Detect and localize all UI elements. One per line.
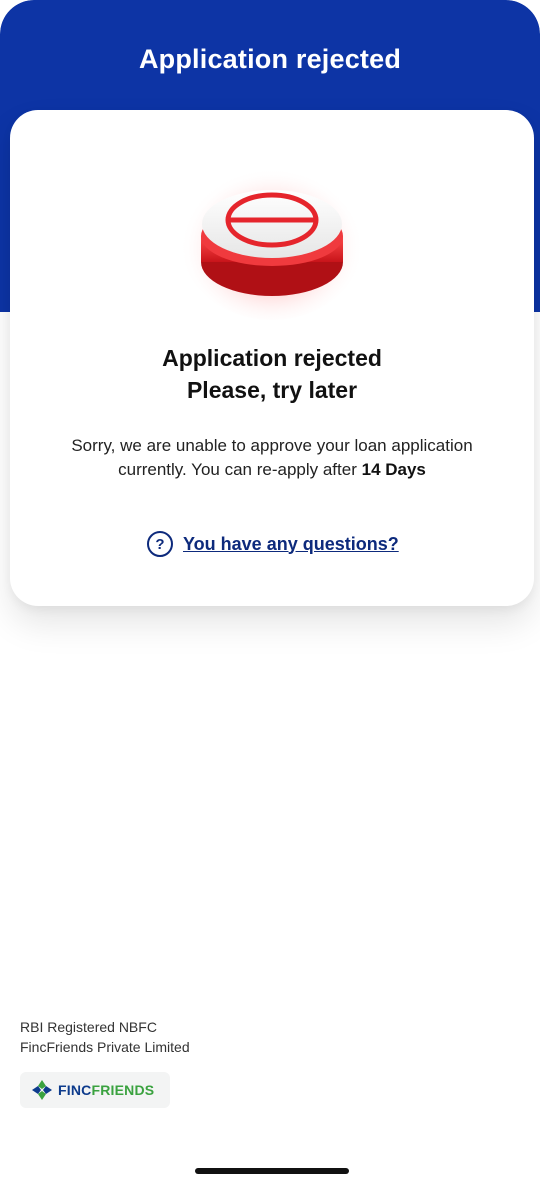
fincfriends-logo-icon (32, 1080, 52, 1100)
fincfriends-logo-text: FINCFRIENDS (58, 1082, 155, 1098)
question-circle-icon: ? (147, 531, 173, 557)
questions-link[interactable]: You have any questions? (183, 534, 399, 555)
footer-rbi-text: RBI Registered NBFC (20, 1019, 157, 1035)
app-screen: Application rejected Application rejecte… (0, 0, 540, 1200)
rejection-title: Application rejected (162, 345, 382, 371)
questions-link-row[interactable]: ? You have any questions? (147, 530, 399, 558)
fincfriends-logo: FINCFRIENDS (20, 1072, 170, 1108)
rejection-heading: Application rejected Please, try later (10, 342, 534, 406)
footer-company-text: FincFriends Private Limited (20, 1039, 190, 1055)
rejection-message: Sorry, we are unable to approve your loa… (40, 434, 504, 482)
reapply-days: 14 Days (361, 460, 426, 479)
rejection-subtitle: Please, try later (186, 377, 358, 403)
home-indicator[interactable] (195, 1168, 349, 1174)
rejected-stop-button-icon (180, 160, 364, 320)
page-title: Application rejected (138, 44, 402, 74)
rejection-card: Application rejected Please, try later S… (10, 110, 534, 606)
